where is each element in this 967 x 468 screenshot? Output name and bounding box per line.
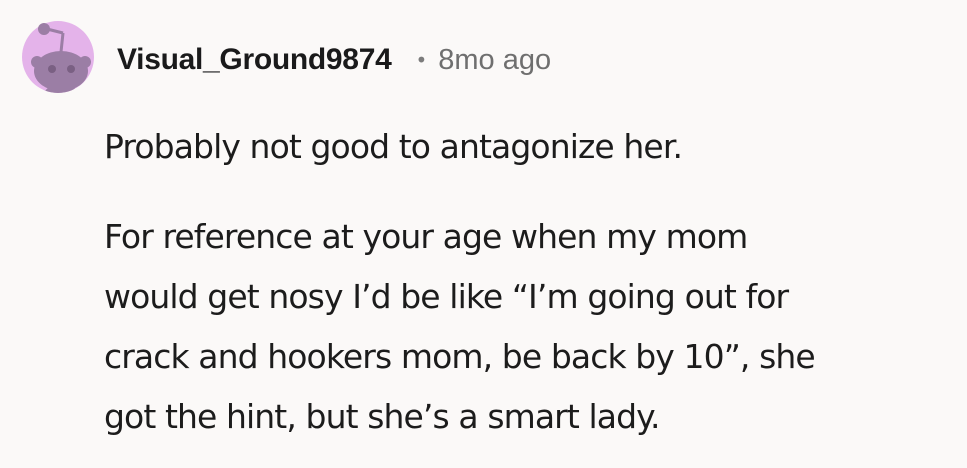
reddit-snoo-avatar-icon	[22, 21, 94, 93]
comment-paragraph: Probably not good to antagonize her.	[104, 117, 954, 177]
comment-header: Visual_Ground9874 • 8mo ago	[117, 38, 551, 82]
comment-line: crack and hookers mom, be back by 10”, s…	[104, 337, 816, 376]
comment-line: Probably not good to antagonize her.	[104, 127, 683, 166]
comment-line: For reference at your age when my mom	[104, 217, 748, 256]
comment-body: Probably not good to antagonize her. For…	[104, 117, 954, 447]
comment-card: Visual_Ground9874 • 8mo ago Probably not…	[0, 0, 967, 468]
user-avatar[interactable]	[21, 11, 94, 103]
comment-line: got the hint, but she’s a smart lady.	[104, 397, 661, 436]
username-link[interactable]: Visual_Ground9874	[117, 43, 392, 77]
comment-paragraph: For reference at your age when my mom wo…	[104, 207, 954, 447]
comment-timestamp[interactable]: 8mo ago	[438, 44, 551, 77]
separator-dot: •	[415, 48, 428, 72]
comment-line: would get nosy I’d be like “I’m going ou…	[104, 277, 789, 316]
